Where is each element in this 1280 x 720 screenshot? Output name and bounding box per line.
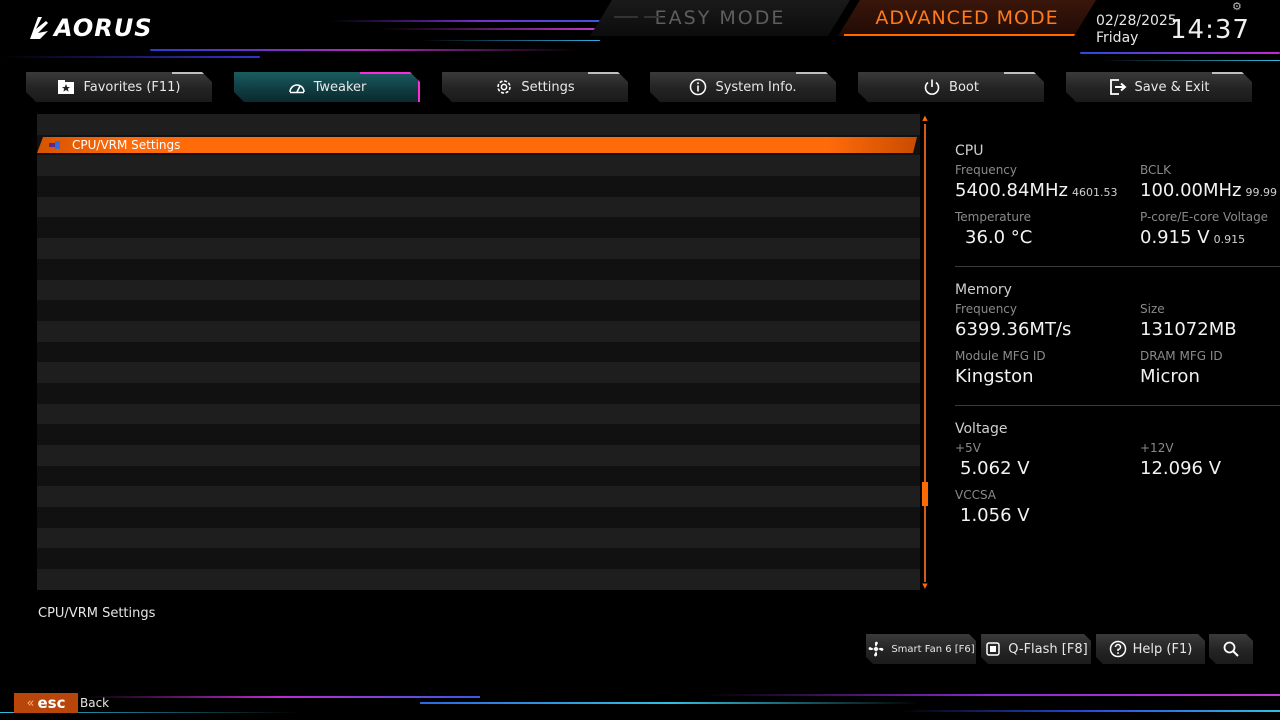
v5-label: +5V: [955, 441, 981, 455]
footer-decoration: [0, 690, 1280, 720]
esc-key-label: esc: [37, 694, 66, 712]
esc-back-button[interactable]: « esc: [14, 693, 78, 713]
core-voltage-sub: 0.915: [1213, 233, 1246, 246]
day-text: Friday: [1096, 30, 1139, 46]
tab-save-exit[interactable]: Save & Exit: [1066, 72, 1252, 102]
scroll-down-arrow-icon[interactable]: ▼: [921, 582, 929, 590]
vccsa-value: 1.056 V: [960, 505, 1030, 526]
info-icon: [689, 78, 707, 96]
voltage-section: Voltage +5V 5.062 V +12V 12.096 V VCCSA …: [955, 418, 1280, 534]
cpu-temperature-value: 36.0 °C: [965, 227, 1033, 248]
help-icon: [1109, 640, 1127, 658]
back-label: Back: [80, 696, 110, 710]
cpu-section: CPU Frequency 5400.84MHz 4601.53 BCLK 100…: [955, 140, 1280, 256]
smart-fan-label: Smart Fan 6 [F6]: [891, 643, 975, 655]
core-voltage-label: P-core/E-core Voltage: [1140, 210, 1269, 224]
speedometer-icon: [288, 78, 306, 96]
scroll-thumb[interactable]: [922, 482, 928, 506]
easy-mode-label: EASY MODE: [654, 7, 786, 29]
aorus-eagle-icon: [30, 17, 48, 39]
memory-section-title: Memory: [955, 282, 1012, 298]
brand-logo: AORUS: [28, 14, 153, 42]
v12-value: 12.096 V: [1140, 458, 1222, 479]
tab-boot[interactable]: Boot: [858, 72, 1044, 102]
help-label: Help (F1): [1132, 641, 1193, 657]
smart-fan-button[interactable]: Smart Fan 6 [F6]: [866, 634, 976, 664]
v12-label: +12V: [1140, 441, 1174, 455]
cpu-section-title: CPU: [955, 143, 984, 159]
clock: 14:37: [1170, 15, 1250, 45]
gear-icon: [495, 78, 513, 96]
star-folder-icon: [57, 78, 75, 96]
exit-icon: [1109, 78, 1127, 96]
memory-section: Memory Frequency 6399.36MT/s Size 131072…: [955, 279, 1280, 395]
v5-value: 5.062 V: [960, 458, 1030, 479]
cpu-frequency-label: Frequency: [955, 163, 1017, 177]
cpu-frequency-value: 5400.84MHz 4601.53: [955, 180, 1118, 201]
settings-list: [37, 114, 920, 590]
bclk-sub: 99.99: [1245, 186, 1278, 199]
scroll-track: [924, 124, 926, 582]
advanced-mode-button[interactable]: ADVANCED MODE: [838, 0, 1096, 36]
fan-icon: [867, 640, 885, 658]
section-divider: [955, 266, 1280, 267]
dram-mfg-label: DRAM MFG ID: [1140, 349, 1223, 363]
menu-item-cpu-vrm-settings[interactable]: CPU/VRM Settings: [37, 137, 917, 153]
memory-size-value: 131072MB: [1140, 319, 1237, 340]
item-description: CPU/VRM Settings: [38, 606, 156, 621]
settings-gear-icon[interactable]: ⚙: [1232, 1, 1244, 13]
search-icon: [1222, 640, 1240, 658]
memory-size-label: Size: [1140, 302, 1165, 316]
date-display: 02/28/2025 Friday: [1096, 13, 1177, 47]
vccsa-label: VCCSA: [955, 488, 997, 502]
search-button[interactable]: [1209, 634, 1253, 664]
bclk-label: BCLK: [1140, 163, 1171, 177]
power-icon: [923, 78, 941, 96]
menu-item-label: CPU/VRM Settings: [72, 138, 181, 152]
chip-icon: [984, 640, 1002, 658]
easy-mode-button[interactable]: EASY MODE: [590, 0, 850, 36]
memory-frequency-value: 6399.36MT/s: [955, 319, 1072, 340]
cpu-frequency-sub: 4601.53: [1071, 186, 1118, 199]
tab-favorites-label: Favorites (F11): [83, 79, 181, 95]
voltage-section-title: Voltage: [955, 421, 1008, 437]
module-mfg-label: Module MFG ID: [955, 349, 1046, 363]
help-button[interactable]: Help (F1): [1096, 634, 1205, 664]
tab-favorites[interactable]: Favorites (F11): [26, 72, 212, 102]
qflash-button[interactable]: Q-Flash [F8]: [981, 634, 1091, 664]
section-divider: [955, 405, 1280, 406]
list-scrollbar[interactable]: ▲ ▼: [921, 114, 929, 590]
module-mfg-value: Kingston: [955, 366, 1034, 387]
submenu-arrow-icon: [49, 140, 61, 150]
tab-tweaker-label: Tweaker: [313, 79, 367, 95]
memory-frequency-label: Frequency: [955, 302, 1017, 316]
qflash-label: Q-Flash [F8]: [1008, 641, 1088, 657]
core-voltage-value: 0.915 V 0.915: [1140, 227, 1246, 248]
cpu-temperature-label: Temperature: [955, 210, 1032, 224]
tab-system-info[interactable]: System Info.: [650, 72, 836, 102]
dram-mfg-value: Micron: [1140, 366, 1200, 387]
brand-logo-text: AORUS: [54, 14, 153, 42]
tab-tweaker[interactable]: Tweaker: [234, 72, 420, 102]
tab-system-info-label: System Info.: [715, 79, 797, 95]
tab-save-exit-label: Save & Exit: [1134, 79, 1210, 95]
scroll-up-arrow-icon[interactable]: ▲: [921, 114, 929, 122]
bclk-value: 100.00MHz 99.99: [1140, 180, 1278, 201]
double-chevron-left-icon: «: [26, 695, 35, 711]
date-text: 02/28/2025: [1096, 13, 1177, 29]
tab-settings-label: Settings: [521, 79, 575, 95]
tab-boot-label: Boot: [949, 79, 979, 95]
hardware-info-panel: CPU Frequency 5400.84MHz 4601.53 BCLK 100…: [955, 140, 1280, 534]
tab-settings[interactable]: Settings: [442, 72, 628, 102]
advanced-mode-label: ADVANCED MODE: [875, 7, 1059, 29]
